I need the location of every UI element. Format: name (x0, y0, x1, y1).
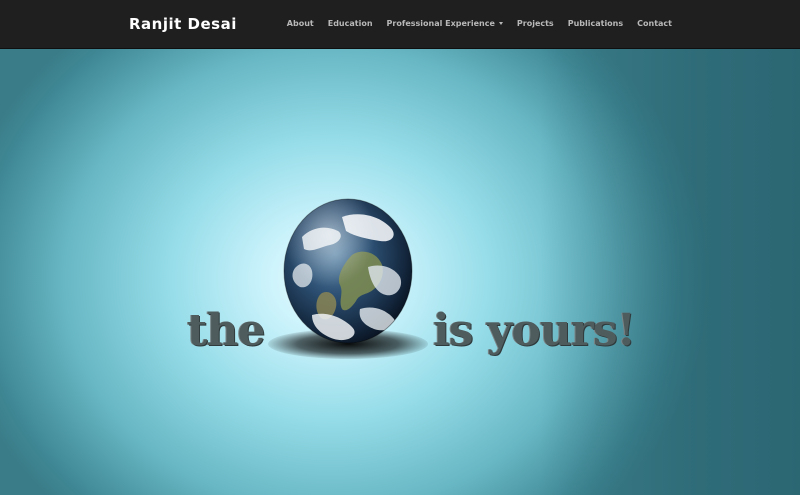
nav-education[interactable]: Education (328, 19, 373, 28)
hero-slogan-right: is yours! (433, 305, 636, 356)
nav-contact[interactable]: Contact (637, 19, 672, 28)
globe-graphic (283, 198, 413, 344)
main-nav: About Education Professional Experience … (287, 19, 672, 28)
brand-link[interactable]: Ranjit Desai (129, 15, 237, 33)
nav-publications[interactable]: Publications (568, 19, 623, 28)
nav-projects[interactable]: Projects (517, 19, 554, 28)
nav-about[interactable]: About (287, 19, 314, 28)
nav-professional-experience-label: Professional Experience (386, 19, 495, 28)
top-navbar: Ranjit Desai About Education Professiona… (0, 0, 800, 49)
hero-slogan-left: the (187, 305, 265, 356)
chevron-down-icon (498, 22, 503, 25)
nav-professional-experience[interactable]: Professional Experience (387, 19, 503, 28)
hero-banner: the is yours! (0, 49, 800, 495)
earth-globe-icon (268, 197, 428, 367)
